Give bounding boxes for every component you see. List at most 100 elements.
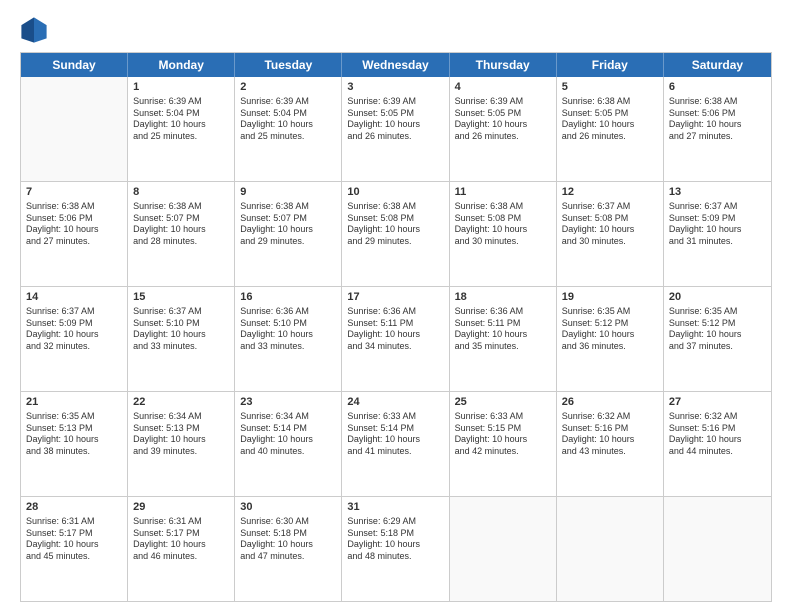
calendar-cell: 12Sunrise: 6:37 AMSunset: 5:08 PMDayligh… [557, 182, 664, 286]
calendar-cell [21, 77, 128, 181]
cell-info: Sunrise: 6:38 AMSunset: 5:08 PMDaylight:… [455, 201, 551, 248]
calendar-cell: 21Sunrise: 6:35 AMSunset: 5:13 PMDayligh… [21, 392, 128, 496]
cell-day-number: 30 [240, 500, 336, 515]
page: Sunday Monday Tuesday Wednesday Thursday… [0, 0, 792, 612]
cell-day-number: 15 [133, 290, 229, 305]
cell-day-number: 19 [562, 290, 658, 305]
cell-day-number: 18 [455, 290, 551, 305]
calendar-cell: 6Sunrise: 6:38 AMSunset: 5:06 PMDaylight… [664, 77, 771, 181]
cell-day-number: 31 [347, 500, 443, 515]
calendar-cell: 1Sunrise: 6:39 AMSunset: 5:04 PMDaylight… [128, 77, 235, 181]
weekday-monday: Monday [128, 53, 235, 77]
calendar-cell: 27Sunrise: 6:32 AMSunset: 5:16 PMDayligh… [664, 392, 771, 496]
cell-info: Sunrise: 6:34 AMSunset: 5:14 PMDaylight:… [240, 411, 336, 458]
cell-day-number: 2 [240, 80, 336, 95]
calendar-cell: 14Sunrise: 6:37 AMSunset: 5:09 PMDayligh… [21, 287, 128, 391]
calendar-row-5: 28Sunrise: 6:31 AMSunset: 5:17 PMDayligh… [21, 497, 771, 601]
cell-day-number: 8 [133, 185, 229, 200]
cell-info: Sunrise: 6:39 AMSunset: 5:05 PMDaylight:… [455, 96, 551, 143]
cell-day-number: 21 [26, 395, 122, 410]
cell-day-number: 24 [347, 395, 443, 410]
cell-day-number: 4 [455, 80, 551, 95]
cell-day-number: 1 [133, 80, 229, 95]
cell-day-number: 3 [347, 80, 443, 95]
cell-day-number: 20 [669, 290, 766, 305]
logo [20, 16, 52, 44]
calendar-row-4: 21Sunrise: 6:35 AMSunset: 5:13 PMDayligh… [21, 392, 771, 497]
calendar-cell: 7Sunrise: 6:38 AMSunset: 5:06 PMDaylight… [21, 182, 128, 286]
calendar-cell: 25Sunrise: 6:33 AMSunset: 5:15 PMDayligh… [450, 392, 557, 496]
cell-day-number: 17 [347, 290, 443, 305]
calendar-cell: 24Sunrise: 6:33 AMSunset: 5:14 PMDayligh… [342, 392, 449, 496]
calendar-cell [450, 497, 557, 601]
weekday-thursday: Thursday [450, 53, 557, 77]
calendar-cell: 23Sunrise: 6:34 AMSunset: 5:14 PMDayligh… [235, 392, 342, 496]
cell-info: Sunrise: 6:37 AMSunset: 5:09 PMDaylight:… [26, 306, 122, 353]
cell-info: Sunrise: 6:38 AMSunset: 5:06 PMDaylight:… [26, 201, 122, 248]
cell-info: Sunrise: 6:39 AMSunset: 5:05 PMDaylight:… [347, 96, 443, 143]
calendar-cell [664, 497, 771, 601]
weekday-saturday: Saturday [664, 53, 771, 77]
calendar-cell: 2Sunrise: 6:39 AMSunset: 5:04 PMDaylight… [235, 77, 342, 181]
calendar-cell: 9Sunrise: 6:38 AMSunset: 5:07 PMDaylight… [235, 182, 342, 286]
cell-info: Sunrise: 6:38 AMSunset: 5:06 PMDaylight:… [669, 96, 766, 143]
calendar-cell: 3Sunrise: 6:39 AMSunset: 5:05 PMDaylight… [342, 77, 449, 181]
calendar-cell [557, 497, 664, 601]
cell-day-number: 16 [240, 290, 336, 305]
cell-info: Sunrise: 6:37 AMSunset: 5:09 PMDaylight:… [669, 201, 766, 248]
calendar-cell: 18Sunrise: 6:36 AMSunset: 5:11 PMDayligh… [450, 287, 557, 391]
cell-day-number: 27 [669, 395, 766, 410]
cell-day-number: 10 [347, 185, 443, 200]
calendar-cell: 26Sunrise: 6:32 AMSunset: 5:16 PMDayligh… [557, 392, 664, 496]
calendar-cell: 13Sunrise: 6:37 AMSunset: 5:09 PMDayligh… [664, 182, 771, 286]
calendar: Sunday Monday Tuesday Wednesday Thursday… [20, 52, 772, 602]
cell-info: Sunrise: 6:38 AMSunset: 5:07 PMDaylight:… [240, 201, 336, 248]
weekday-friday: Friday [557, 53, 664, 77]
calendar-cell: 20Sunrise: 6:35 AMSunset: 5:12 PMDayligh… [664, 287, 771, 391]
calendar-cell: 15Sunrise: 6:37 AMSunset: 5:10 PMDayligh… [128, 287, 235, 391]
cell-info: Sunrise: 6:30 AMSunset: 5:18 PMDaylight:… [240, 516, 336, 563]
cell-day-number: 22 [133, 395, 229, 410]
cell-info: Sunrise: 6:31 AMSunset: 5:17 PMDaylight:… [133, 516, 229, 563]
calendar-cell: 8Sunrise: 6:38 AMSunset: 5:07 PMDaylight… [128, 182, 235, 286]
weekday-sunday: Sunday [21, 53, 128, 77]
calendar-cell: 10Sunrise: 6:38 AMSunset: 5:08 PMDayligh… [342, 182, 449, 286]
cell-day-number: 5 [562, 80, 658, 95]
calendar-cell: 17Sunrise: 6:36 AMSunset: 5:11 PMDayligh… [342, 287, 449, 391]
calendar-cell: 31Sunrise: 6:29 AMSunset: 5:18 PMDayligh… [342, 497, 449, 601]
calendar-row-1: 1Sunrise: 6:39 AMSunset: 5:04 PMDaylight… [21, 77, 771, 182]
cell-info: Sunrise: 6:33 AMSunset: 5:14 PMDaylight:… [347, 411, 443, 458]
cell-day-number: 12 [562, 185, 658, 200]
cell-info: Sunrise: 6:37 AMSunset: 5:08 PMDaylight:… [562, 201, 658, 248]
cell-info: Sunrise: 6:35 AMSunset: 5:12 PMDaylight:… [562, 306, 658, 353]
calendar-header: Sunday Monday Tuesday Wednesday Thursday… [21, 53, 771, 77]
cell-info: Sunrise: 6:31 AMSunset: 5:17 PMDaylight:… [26, 516, 122, 563]
cell-day-number: 7 [26, 185, 122, 200]
cell-day-number: 28 [26, 500, 122, 515]
cell-info: Sunrise: 6:39 AMSunset: 5:04 PMDaylight:… [240, 96, 336, 143]
calendar-cell: 19Sunrise: 6:35 AMSunset: 5:12 PMDayligh… [557, 287, 664, 391]
cell-day-number: 23 [240, 395, 336, 410]
cell-info: Sunrise: 6:33 AMSunset: 5:15 PMDaylight:… [455, 411, 551, 458]
cell-info: Sunrise: 6:39 AMSunset: 5:04 PMDaylight:… [133, 96, 229, 143]
calendar-cell: 11Sunrise: 6:38 AMSunset: 5:08 PMDayligh… [450, 182, 557, 286]
cell-info: Sunrise: 6:37 AMSunset: 5:10 PMDaylight:… [133, 306, 229, 353]
cell-day-number: 29 [133, 500, 229, 515]
cell-day-number: 14 [26, 290, 122, 305]
calendar-cell: 28Sunrise: 6:31 AMSunset: 5:17 PMDayligh… [21, 497, 128, 601]
cell-info: Sunrise: 6:35 AMSunset: 5:13 PMDaylight:… [26, 411, 122, 458]
cell-day-number: 9 [240, 185, 336, 200]
calendar-cell: 16Sunrise: 6:36 AMSunset: 5:10 PMDayligh… [235, 287, 342, 391]
logo-icon [20, 16, 48, 44]
calendar-body: 1Sunrise: 6:39 AMSunset: 5:04 PMDaylight… [21, 77, 771, 601]
cell-day-number: 26 [562, 395, 658, 410]
calendar-cell: 5Sunrise: 6:38 AMSunset: 5:05 PMDaylight… [557, 77, 664, 181]
cell-info: Sunrise: 6:36 AMSunset: 5:10 PMDaylight:… [240, 306, 336, 353]
cell-info: Sunrise: 6:36 AMSunset: 5:11 PMDaylight:… [455, 306, 551, 353]
cell-info: Sunrise: 6:38 AMSunset: 5:08 PMDaylight:… [347, 201, 443, 248]
cell-day-number: 6 [669, 80, 766, 95]
cell-info: Sunrise: 6:32 AMSunset: 5:16 PMDaylight:… [562, 411, 658, 458]
cell-day-number: 11 [455, 185, 551, 200]
cell-info: Sunrise: 6:34 AMSunset: 5:13 PMDaylight:… [133, 411, 229, 458]
calendar-row-2: 7Sunrise: 6:38 AMSunset: 5:06 PMDaylight… [21, 182, 771, 287]
